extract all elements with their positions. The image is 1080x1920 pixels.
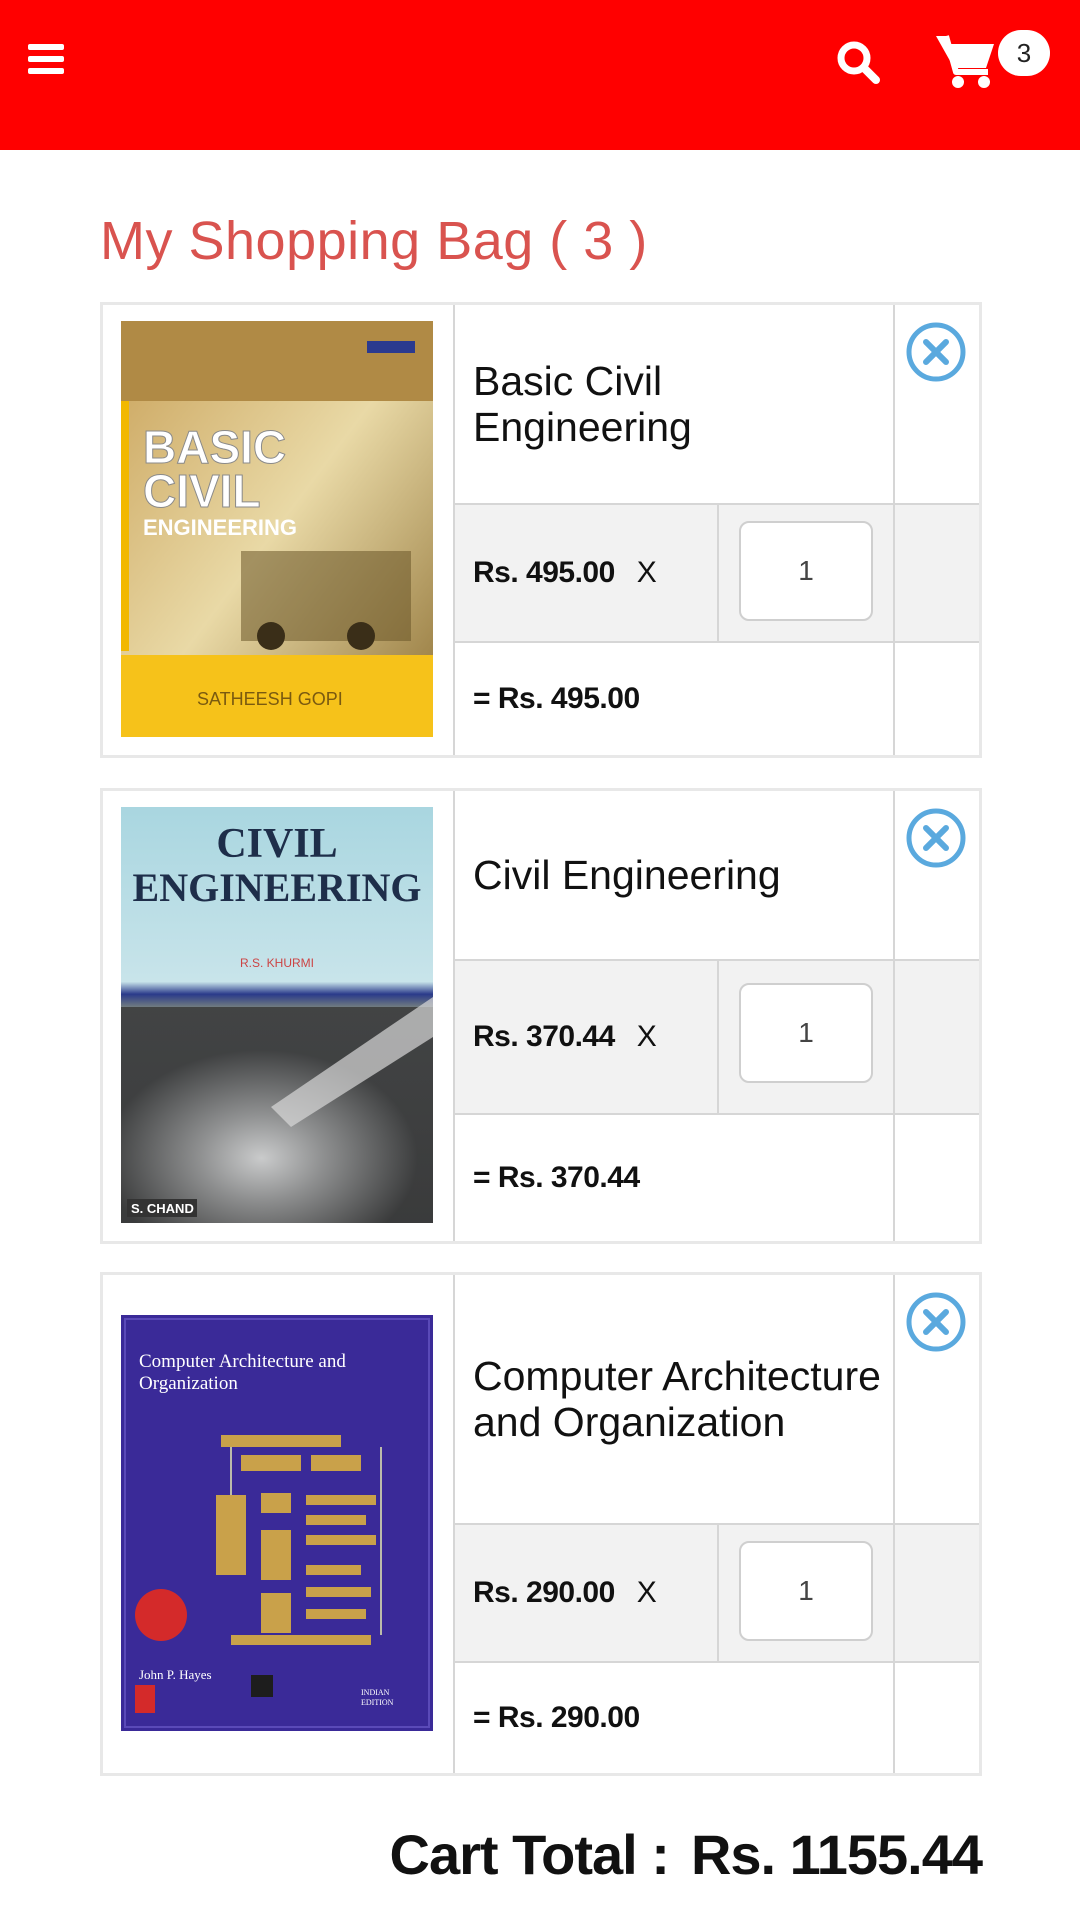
svg-text:S. CHAND: S. CHAND	[131, 1201, 194, 1216]
remove-item-icon[interactable]	[905, 321, 967, 383]
svg-text:ENGINEERING: ENGINEERING	[143, 515, 297, 540]
unit-price-value: Rs. 290.00	[473, 1576, 615, 1609]
product-image-cell: Computer Architecture and Organization J…	[103, 1275, 455, 1773]
svg-text:EDITION: EDITION	[361, 1698, 394, 1707]
unit-price-value: Rs. 370.44	[473, 1020, 615, 1053]
subtotal-row: = Rs. 370.44	[455, 1115, 979, 1241]
svg-text:John P. Hayes: John P. Hayes	[139, 1667, 212, 1682]
multiply-sign: X	[636, 556, 657, 589]
product-name[interactable]: Computer Architecture and Organization	[473, 1353, 881, 1445]
item-subtotal: = Rs. 290.00	[455, 1663, 895, 1773]
subtotal-row: = Rs. 290.00	[455, 1663, 979, 1773]
book-cover-civil-engineering[interactable]: CIVIL ENGINEERING R.S. KHURMI S. CHAND	[121, 807, 433, 1223]
quantity-cell	[719, 961, 895, 1113]
cart-count-badge[interactable]: 3	[998, 30, 1050, 76]
product-name-cell: Computer Architecture and Organization	[455, 1275, 895, 1525]
cart-total-amount: Rs. 1155.44	[690, 1823, 983, 1886]
price-row: Rs. 370.44 X	[455, 961, 979, 1115]
remove-item-icon[interactable]	[905, 1291, 967, 1353]
svg-text:Organization: Organization	[139, 1373, 238, 1394]
hamburger-menu-icon[interactable]	[28, 44, 68, 80]
subtotal-row: = Rs. 495.00	[455, 643, 979, 755]
svg-text:ENGINEERING: ENGINEERING	[133, 865, 422, 910]
product-name[interactable]: Civil Engineering	[473, 852, 781, 898]
svg-text:INDIAN: INDIAN	[361, 1688, 390, 1697]
book-cover-computer-architecture[interactable]: Computer Architecture and Organization J…	[121, 1315, 433, 1731]
cart-total-label: Cart Total :	[389, 1823, 670, 1886]
quantity-input[interactable]	[739, 983, 873, 1083]
unit-price: Rs. 370.44 X	[455, 961, 719, 1113]
cart-icon[interactable]	[934, 30, 998, 90]
unit-price: Rs. 495.00 X	[455, 505, 719, 641]
remove-cell	[895, 305, 979, 505]
svg-text:R.S. KHURMI: R.S. KHURMI	[240, 956, 314, 970]
top-app-bar: 3	[0, 0, 1080, 150]
product-name-cell: Civil Engineering	[455, 791, 895, 961]
price-row: Rs. 290.00 X	[455, 1525, 979, 1663]
quantity-cell	[719, 1525, 895, 1661]
multiply-sign: X	[636, 1576, 657, 1609]
price-row: Rs. 495.00 X	[455, 505, 979, 643]
remove-item-icon[interactable]	[905, 807, 967, 869]
quantity-input[interactable]	[739, 1541, 873, 1641]
remove-cell	[895, 1275, 979, 1525]
product-name-cell: Basic Civil Engineering	[455, 305, 895, 505]
quantity-cell	[719, 505, 895, 641]
product-image-cell: BASIC CIVIL ENGINEERING SATHEESH GOPI	[103, 305, 455, 755]
product-image-cell: CIVIL ENGINEERING R.S. KHURMI S. CHAND	[103, 791, 455, 1241]
multiply-sign: X	[636, 1020, 657, 1053]
cart-total: Cart Total : Rs. 1155.44	[389, 1822, 983, 1887]
book-cover-basic-civil-engineering[interactable]: BASIC CIVIL ENGINEERING SATHEESH GOPI	[121, 321, 433, 737]
svg-text:CIVIL: CIVIL	[143, 465, 261, 517]
cart-item: Computer Architecture and Organization J…	[100, 1272, 982, 1776]
product-name[interactable]: Basic Civil Engineering	[473, 358, 881, 450]
page-title: My Shopping Bag ( 3 )	[100, 211, 648, 271]
svg-text:Computer Architecture and: Computer Architecture and	[139, 1351, 346, 1372]
cart-item: CIVIL ENGINEERING R.S. KHURMI S. CHAND C…	[100, 788, 982, 1244]
quantity-input[interactable]	[739, 521, 873, 621]
remove-cell	[895, 791, 979, 961]
unit-price-value: Rs. 495.00	[473, 556, 615, 589]
svg-text:CIVIL: CIVIL	[216, 821, 337, 867]
item-subtotal: = Rs. 370.44	[455, 1115, 895, 1241]
unit-price: Rs. 290.00 X	[455, 1525, 719, 1661]
search-icon[interactable]	[834, 38, 882, 86]
cart-item: BASIC CIVIL ENGINEERING SATHEESH GOPI Ba…	[100, 302, 982, 758]
svg-text:SATHEESH GOPI: SATHEESH GOPI	[197, 689, 343, 709]
item-subtotal: = Rs. 495.00	[455, 643, 895, 755]
